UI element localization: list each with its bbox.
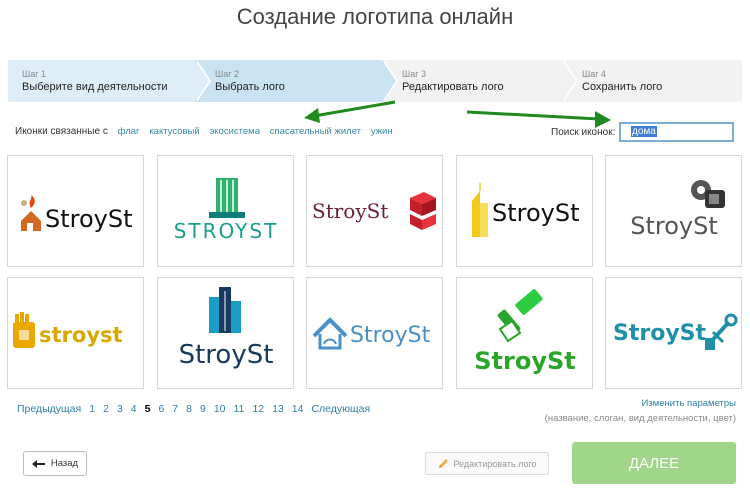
page-link-current: 5	[144, 403, 151, 415]
page-link[interactable]: 9	[200, 403, 206, 415]
annotation-arrow-right-icon	[466, 110, 611, 128]
logo-card[interactable]: StroySt	[605, 155, 742, 267]
back-button-label: Назад	[50, 458, 79, 469]
logo-text: StroySt	[630, 212, 718, 240]
related-tag[interactable]: экосистема	[209, 126, 260, 137]
logo-text: StroySt	[474, 347, 575, 375]
change-params-link[interactable]: Изменить параметры	[545, 398, 736, 409]
page-link[interactable]: 1	[89, 403, 95, 415]
red-cubes-icon	[409, 192, 436, 230]
page-link[interactable]: 4	[131, 403, 137, 415]
logo-text: StroySt	[178, 340, 273, 370]
step-1-label: Выберите вид деятельности	[22, 81, 168, 93]
page-title: Создание логотипа онлайн	[236, 4, 514, 29]
gear-cylinder-icon	[690, 180, 725, 208]
logo-text: StroySt	[350, 323, 431, 348]
step-1[interactable]: Шаг 1 Выберите вид деятельности	[8, 60, 211, 102]
step-2-num: Шаг 2	[215, 69, 240, 79]
step-4-label: Сохранить лого	[582, 81, 663, 93]
logo-card[interactable]: StroySt	[306, 277, 443, 389]
logo-card[interactable]: StroySt	[605, 277, 742, 389]
search-value: дома	[631, 126, 657, 137]
step-4-num: Шаг 4	[582, 69, 607, 79]
page-link[interactable]: 3	[117, 403, 123, 415]
related-tag[interactable]: спасательный жилет	[270, 126, 361, 137]
edit-logo-label: Редактировать лого	[453, 458, 537, 469]
logo-text: StroySt	[613, 321, 707, 346]
paint-roller-icon	[497, 289, 543, 343]
logo-card[interactable]: STROYST	[157, 155, 294, 267]
related-icons: Иконки связанные с флаг кактусовый экоси…	[15, 126, 393, 137]
logo-card[interactable]: StroySt	[456, 277, 593, 389]
page-link[interactable]: 2	[103, 403, 109, 415]
city-buildings-icon	[208, 287, 241, 333]
search-label: Поиск иконок:	[551, 126, 616, 138]
page-link[interactable]: 11	[234, 403, 245, 415]
back-button[interactable]: Назад	[23, 451, 87, 476]
page-link[interactable]: 13	[272, 403, 284, 415]
house-fire-icon	[20, 195, 41, 231]
change-params-hint: (название, слоган, вид деятельности, цве…	[544, 413, 736, 424]
change-params: Изменить параметры (название, слоган, ви…	[545, 398, 736, 424]
arrow-left-icon	[31, 459, 45, 468]
logo-card[interactable]: StroySt	[306, 155, 443, 267]
page-link[interactable]: 10	[214, 403, 226, 415]
step-2-label: Выбрать лого	[215, 81, 285, 93]
logo-text: StroySt	[45, 205, 133, 233]
page-link[interactable]: 6	[158, 403, 164, 415]
step-3-num: Шаг 3	[402, 69, 427, 79]
logo-text: stroyst	[39, 323, 123, 347]
page-link[interactable]: 7	[172, 403, 178, 415]
step-1-num: Шаг 1	[22, 69, 47, 79]
related-label: Иконки связанные с	[15, 126, 108, 137]
logo-text: StroySt	[492, 199, 580, 227]
pagination: Предыдущая 1 2 3 4 5 6 7 8 9 10 11 12 13…	[17, 403, 378, 415]
building-tower-icon	[208, 178, 245, 218]
yellow-skyscraper-icon	[471, 183, 488, 237]
logo-card[interactable]: StroySt	[157, 277, 294, 389]
page-link[interactable]: 12	[252, 403, 264, 415]
logo-card[interactable]: stroyst	[7, 277, 144, 389]
pagination-next[interactable]: Следующая	[311, 403, 370, 415]
wrench-pipe-icon	[704, 313, 737, 350]
next-button[interactable]: ДАЛЕЕ	[572, 442, 736, 484]
logo-text: STROYST	[173, 219, 278, 243]
logo-card[interactable]: StroySt	[456, 155, 593, 267]
page-link[interactable]: 14	[292, 403, 304, 415]
logo-card[interactable]: StroySt	[7, 155, 144, 267]
step-4[interactable]: Шаг 4 Сохранить лого	[562, 60, 742, 102]
related-tag[interactable]: флаг	[118, 126, 140, 137]
next-button-label: ДАЛЕЕ	[628, 454, 680, 472]
step-3[interactable]: Шаг 3 Редактировать лого	[382, 60, 578, 102]
page-link[interactable]: 8	[186, 403, 192, 415]
yellow-hand-icon	[12, 312, 35, 348]
logo-text: StroySt	[312, 199, 388, 223]
pencil-icon	[439, 458, 449, 468]
step-3-label: Редактировать лого	[402, 81, 504, 93]
related-tag[interactable]: ужин	[371, 126, 393, 137]
related-tag[interactable]: кактусовый	[149, 126, 199, 137]
pagination-prev[interactable]: Предыдущая	[17, 403, 81, 415]
edit-logo-button[interactable]: Редактировать лого	[425, 452, 549, 475]
house-outline-icon	[312, 317, 347, 350]
